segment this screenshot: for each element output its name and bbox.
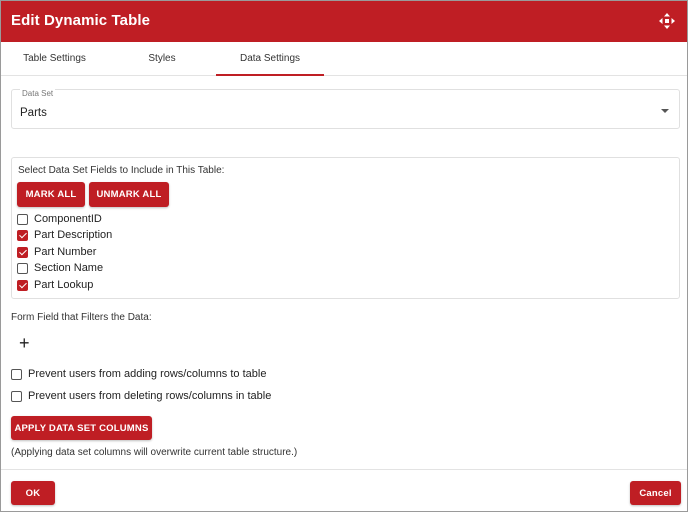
- prevent-adding-checkbox[interactable]: [11, 369, 22, 380]
- plus-icon[interactable]: +: [19, 334, 30, 352]
- field-label: Part Lookup: [34, 279, 94, 291]
- field-label: Section Name: [34, 262, 104, 274]
- footer-divider: [1, 469, 687, 470]
- field-checkbox[interactable]: [17, 280, 28, 291]
- mark-all-button[interactable]: MARK ALL: [17, 182, 85, 207]
- field-checkbox[interactable]: [17, 247, 28, 258]
- apply-data-set-columns-button[interactable]: APPLY DATA SET COLUMNS: [11, 416, 152, 440]
- edit-dynamic-table-dialog: Edit Dynamic Table Table Settings Styles…: [0, 0, 688, 512]
- ok-button[interactable]: OK: [11, 481, 55, 505]
- data-set-fields-panel: Select Data Set Fields to Include in Thi…: [11, 157, 680, 299]
- apply-note: (Applying data set columns will overwrit…: [11, 447, 298, 458]
- field-label: Part Number: [34, 246, 97, 258]
- dialog-title: Edit Dynamic Table: [11, 12, 151, 29]
- dialog-titlebar: Edit Dynamic Table: [1, 1, 687, 42]
- prevent-adding-label: Prevent users from adding rows/columns t…: [28, 368, 267, 380]
- data-set-select[interactable]: Data Set Parts: [11, 89, 680, 129]
- prevent-deleting-checkbox[interactable]: [11, 391, 22, 402]
- filter-field-label: Form Field that Filters the Data:: [11, 312, 152, 323]
- field-label: ComponentID: [34, 213, 102, 225]
- tab-data-settings[interactable]: Data Settings: [216, 42, 324, 76]
- unmark-all-button[interactable]: UNMARK ALL: [89, 182, 169, 207]
- fields-heading: Select Data Set Fields to Include in Thi…: [18, 165, 225, 176]
- data-set-value: Parts: [20, 107, 47, 119]
- move-arrows-icon[interactable]: [659, 13, 675, 29]
- chevron-down-icon[interactable]: [661, 109, 669, 113]
- tab-bar: Table Settings Styles Data Settings: [1, 42, 687, 76]
- prevent-deleting-label: Prevent users from deleting rows/columns…: [28, 390, 272, 402]
- field-checkbox[interactable]: [17, 230, 28, 241]
- field-checkbox[interactable]: [17, 214, 28, 225]
- tab-styles[interactable]: Styles: [123, 42, 201, 76]
- field-label: Part Description: [34, 229, 113, 241]
- field-checkbox[interactable]: [17, 263, 28, 274]
- cancel-button[interactable]: Cancel: [630, 481, 681, 505]
- tab-table-settings[interactable]: Table Settings: [9, 42, 100, 76]
- data-set-label: Data Set: [20, 89, 56, 98]
